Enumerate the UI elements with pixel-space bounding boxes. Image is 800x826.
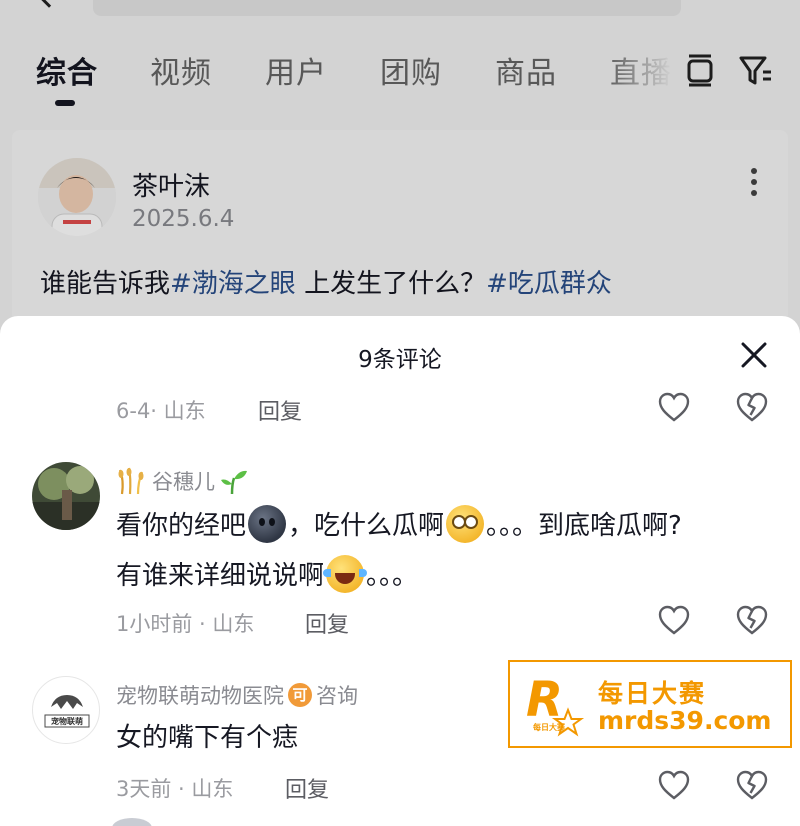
like-heart-icon[interactable] (657, 391, 691, 423)
like-heart-icon[interactable] (657, 769, 691, 801)
comment-meta: 3天前 · 山东 (116, 777, 234, 801)
avatar-logo-text: 宠物联萌 (51, 717, 83, 726)
commenter-avatar[interactable] (32, 462, 100, 530)
post-text-middle: 上发生了什么？ (295, 269, 487, 299)
comment-text: 女的嘴下有个痣 (116, 723, 299, 753)
watermark-domain: mrds39.com (598, 706, 772, 735)
wide-eyes-emoji-icon (446, 505, 485, 543)
result-tabs: 综合 视频 用户 团购 商品 直播 (0, 48, 800, 108)
filter-icon[interactable] (738, 52, 774, 88)
post-date: 2025.6.4 (132, 206, 235, 232)
dislike-broken-heart-icon[interactable] (735, 604, 769, 636)
reply-button[interactable]: 回复 (305, 607, 349, 639)
reply-button[interactable]: 回复 (258, 394, 302, 426)
more-options-icon[interactable] (740, 165, 768, 199)
author-name[interactable]: 茶叶沫 (132, 166, 210, 203)
sprout-icon (221, 470, 247, 495)
dark-face-emoji-icon (248, 505, 287, 543)
tab-comprehensive[interactable]: 综合 (36, 48, 98, 92)
comment-meta: 6-4· 山东 (116, 399, 206, 423)
consult-badge[interactable]: 可 (288, 683, 312, 707)
tab-fade-overlay (605, 48, 685, 108)
hashtag-link[interactable]: #吃瓜群众 (486, 269, 612, 299)
comment-text: 看你的经吧 ，吃什么瓜啊 。。。到底啥瓜啊? (116, 504, 682, 549)
comment-sheet: 9条评论 6-4· 山东 回复 谷穗儿 看你的经吧 ，吃什么瓜啊 。。。到底啥瓜… (0, 316, 800, 826)
post-text-prefix: 谁能告诉我 (40, 269, 171, 299)
watermark-logo: R 每日大赛 (522, 670, 590, 742)
hashtag-link[interactable]: #渤海之眼 (170, 269, 296, 299)
commenter-name-row: 宠物联萌动物医院 可 咨询 (116, 680, 358, 710)
comment-count-title: 9条评论 (358, 347, 442, 373)
comment-meta: 1小时前 · 山东 (116, 612, 255, 636)
comment-text-part: 。。。 (366, 561, 419, 591)
watermark-banner: R 每日大赛 每日大赛 mrds39.com (508, 660, 792, 748)
comment-text-part: 看你的经吧 (116, 511, 247, 541)
laughing-crying-emoji-icon (323, 555, 368, 593)
consult-label[interactable]: 咨询 (316, 680, 358, 710)
tab-users[interactable]: 用户 (265, 48, 327, 92)
commenter-name-row: 谷穗儿 (116, 466, 249, 496)
commenter-name[interactable]: 谷穗儿 (152, 466, 215, 496)
tab-group-buy[interactable]: 团购 (380, 48, 442, 92)
dislike-broken-heart-icon[interactable] (735, 391, 769, 423)
layout-toggle-icon[interactable] (682, 52, 718, 88)
dislike-broken-heart-icon[interactable] (735, 769, 769, 801)
author-avatar[interactable] (38, 158, 116, 236)
commenter-avatar[interactable]: 宠物联萌 (32, 676, 100, 744)
watermark-logo-text: 每日大赛 (533, 723, 565, 732)
wheat-icon (118, 467, 144, 495)
reply-button[interactable]: 回复 (285, 772, 329, 804)
like-heart-icon[interactable] (657, 604, 691, 636)
comment-text-part: 有谁来详细说说啊 (116, 561, 325, 591)
commenter-name[interactable]: 宠物联萌动物医院 (116, 680, 284, 710)
active-tab-indicator (55, 100, 75, 106)
comment-text-part: 。。。到底啥瓜啊? (486, 511, 682, 541)
comment-text: 有谁来详细说说啊 。。。 (116, 554, 418, 599)
search-input[interactable] (93, 0, 681, 16)
close-icon[interactable] (737, 338, 771, 372)
comment-text-part: ，吃什么瓜啊 (288, 511, 445, 541)
post-text: 谁能告诉我#渤海之眼 上发生了什么？#吃瓜群众 (40, 263, 612, 300)
back-arrow-icon[interactable] (36, 0, 62, 8)
tab-videos[interactable]: 视频 (150, 48, 212, 92)
tab-products[interactable]: 商品 (495, 48, 557, 92)
watermark-title: 每日大赛 (598, 679, 707, 708)
